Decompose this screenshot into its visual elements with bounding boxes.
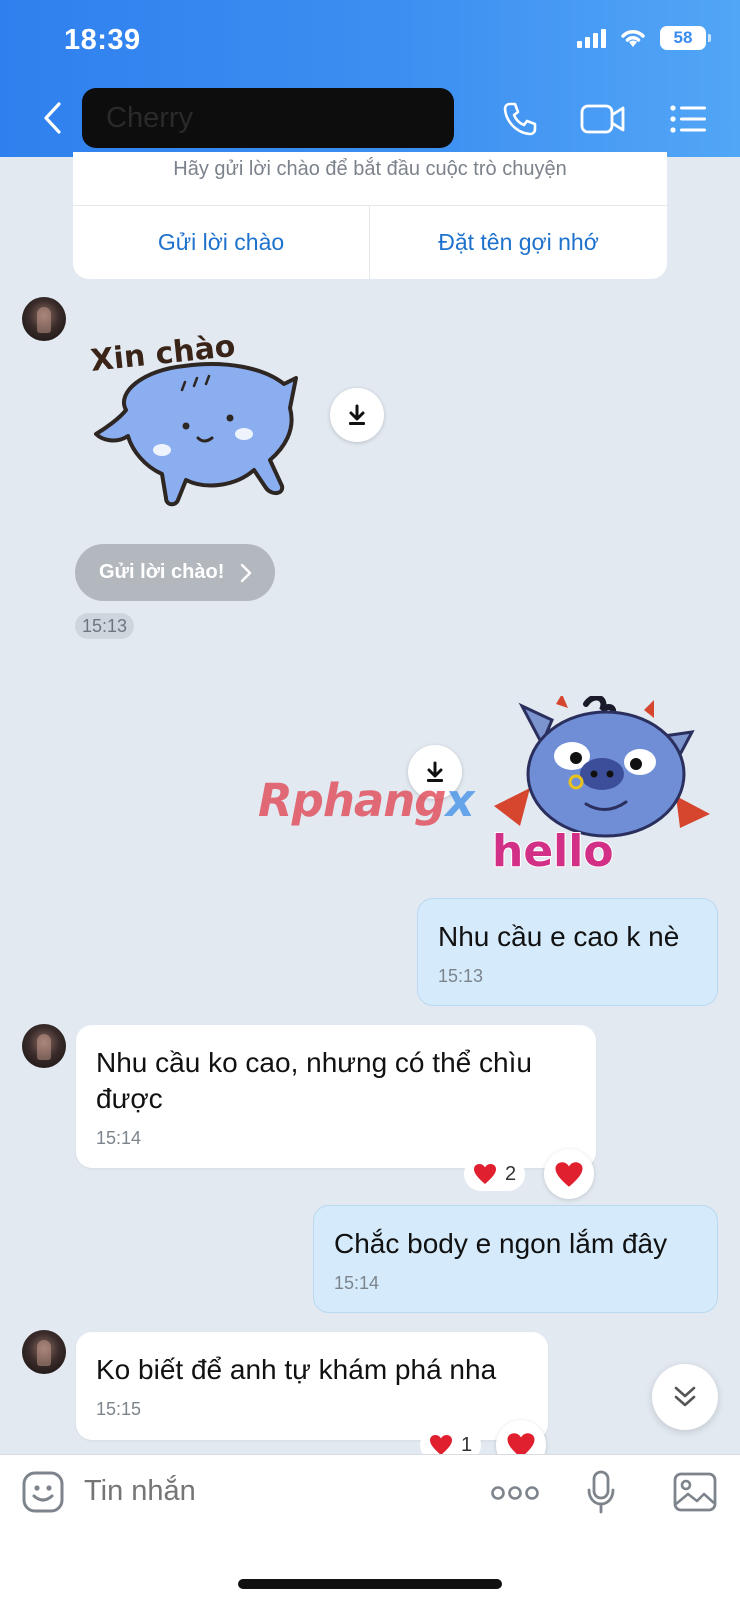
emoji-button[interactable]: [20, 1469, 66, 1515]
call-button[interactable]: [496, 96, 544, 142]
message-bubble-outgoing[interactable]: Chắc body e ngon lắm đây 15:14: [313, 1205, 718, 1313]
greeting-reply-button[interactable]: Gửi lời chào!: [75, 544, 275, 601]
menu-button[interactable]: [664, 96, 712, 142]
message-text: Nhu cầu e cao k nè: [438, 921, 680, 952]
reaction-count[interactable]: 2: [464, 1157, 526, 1191]
download-sticker-button[interactable]: [330, 388, 384, 442]
send-greeting-button[interactable]: Gửi lời chào: [73, 206, 369, 279]
video-call-button[interactable]: [578, 96, 628, 142]
video-camera-icon: [580, 104, 625, 134]
sticker-caption: hello: [492, 826, 614, 876]
wifi-icon: [621, 30, 645, 47]
more-dots-icon: [491, 1486, 539, 1500]
status-icons: 58: [577, 26, 711, 50]
heart-icon: [430, 1435, 452, 1455]
signal-icon: [577, 28, 606, 48]
react-heart-button[interactable]: [544, 1149, 594, 1199]
home-indicator: [238, 1579, 502, 1589]
message-time: 15:13: [438, 966, 484, 986]
message-bubble-incoming[interactable]: Nhu cầu ko cao, nhưng có thể chìu được 1…: [76, 1025, 596, 1168]
back-button[interactable]: [34, 96, 70, 140]
greeting-hint: Hãy gửi lời chào để bắt đầu cuộc trò chu…: [173, 158, 567, 180]
scroll-to-bottom-button[interactable]: [652, 1364, 718, 1430]
set-nickname-button[interactable]: Đặt tên gợi nhớ: [370, 206, 667, 279]
avatar[interactable]: [22, 1024, 66, 1068]
menu-list-icon: [670, 105, 706, 133]
avatar[interactable]: [22, 297, 66, 341]
heart-icon: [474, 1164, 496, 1184]
greeting-card: Hãy gửi lời chào để bắt đầu cuộc trò chu…: [73, 152, 667, 279]
heart-icon: [555, 1161, 583, 1187]
voice-message-button[interactable]: [584, 1469, 618, 1517]
image-icon: [673, 1472, 717, 1512]
chevron-left-icon: [44, 102, 61, 134]
avatar[interactable]: [22, 1330, 66, 1374]
double-chevron-down-icon: [674, 1386, 696, 1407]
status-time: 18:39: [64, 24, 141, 56]
watermark-logo: Rphangx: [258, 774, 475, 827]
message-time: 15:15: [96, 1399, 142, 1419]
message-composer: [0, 1454, 740, 1600]
chevron-right-icon: [241, 563, 252, 582]
send-image-button[interactable]: [672, 1469, 718, 1515]
sticker-hello[interactable]: hello: [490, 694, 718, 878]
phone-icon: [503, 102, 537, 136]
message-text: Chắc body e ngon lắm đây: [334, 1228, 668, 1259]
message-input[interactable]: [84, 1475, 464, 1508]
message-time: 15:14: [334, 1273, 380, 1293]
message-text: Ko biết để anh tự khám phá nha: [96, 1354, 497, 1385]
contact-name[interactable]: Cherry: [82, 88, 454, 148]
microphone-icon: [587, 1470, 615, 1514]
more-options-button[interactable]: [490, 1483, 540, 1503]
battery-indicator: 58: [660, 26, 711, 50]
emoji-icon: [22, 1471, 64, 1513]
message-time: 15:14: [96, 1128, 142, 1148]
message-time: 15:13: [75, 613, 135, 639]
message-bubble-incoming[interactable]: Ko biết để anh tự khám phá nha 15:15: [76, 1332, 548, 1440]
chat-header: 18:39 58 Cherry: [0, 0, 740, 157]
greeting-reply-label: Gửi lời chào!: [99, 561, 225, 583]
message-bubble-outgoing[interactable]: Nhu cầu e cao k nè 15:13: [417, 898, 718, 1006]
download-icon: [349, 404, 365, 425]
sticker-xin-chao[interactable]: Xin chào: [86, 310, 300, 515]
message-text: Nhu cầu ko cao, nhưng có thể chìu được: [96, 1047, 532, 1114]
